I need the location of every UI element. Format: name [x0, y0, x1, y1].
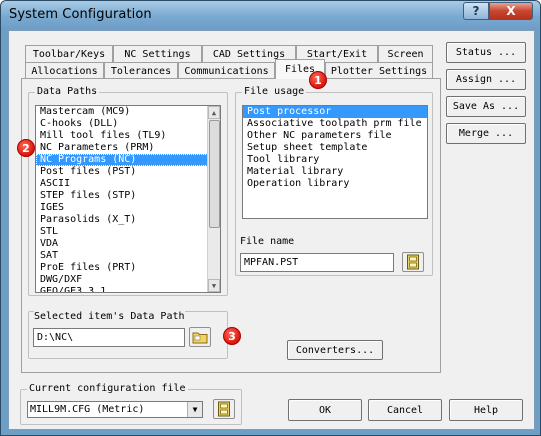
cancel-button[interactable]: Cancel: [368, 399, 442, 421]
list-item[interactable]: Operation library: [243, 178, 427, 190]
list-item[interactable]: Parasolids (X_T): [36, 214, 220, 226]
chevron-down-icon[interactable]: ▼: [187, 402, 202, 417]
converters-button[interactable]: Converters...: [287, 340, 383, 360]
file-browse-button[interactable]: [402, 252, 424, 272]
list-item[interactable]: SAT: [36, 250, 220, 262]
list-item[interactable]: NC Parameters (PRM): [36, 142, 220, 154]
list-item[interactable]: NC Programs (NC): [36, 154, 220, 166]
dialog-window: System Configuration ? X Toolbar/Keys NC…: [0, 0, 541, 436]
callout-badge-3: 3: [223, 327, 241, 345]
window-title: System Configuration: [9, 7, 152, 22]
file-usage-label: File usage: [242, 86, 307, 97]
list-item[interactable]: Associative toolpath prm file: [243, 118, 427, 130]
list-item[interactable]: Setup sheet template: [243, 142, 427, 154]
help-caption-button[interactable]: ?: [463, 2, 489, 20]
config-browse-button[interactable]: [213, 399, 235, 419]
list-item[interactable]: C-hooks (DLL): [36, 118, 220, 130]
list-item[interactable]: Post files (PST): [36, 166, 220, 178]
file-cabinet-icon: [218, 401, 230, 417]
list-item[interactable]: Mastercam (MC9): [36, 106, 220, 118]
list-item[interactable]: STEP files (STP): [36, 190, 220, 202]
selected-path-input[interactable]: D:\NC\: [33, 328, 185, 347]
tab-communications[interactable]: Communications: [178, 62, 275, 79]
data-paths-label: Data Paths: [35, 86, 100, 97]
data-paths-group: Data Paths Mastercam (MC9) C-hooks (DLL) M…: [28, 86, 228, 296]
config-file-label: Current configuration file: [27, 383, 188, 394]
list-item[interactable]: VDA: [36, 238, 220, 250]
tab-toolbar-keys[interactable]: Toolbar/Keys: [25, 45, 113, 62]
config-file-select[interactable]: MILL9M.CFG (Metric) ▼: [27, 401, 203, 418]
config-file-group: Current configuration file MILL9M.CFG (M…: [20, 383, 242, 425]
tab-screen[interactable]: Screen: [378, 45, 433, 62]
list-item[interactable]: ASCII: [36, 178, 220, 190]
list-item[interactable]: ProE files (PRT): [36, 262, 220, 274]
status-button[interactable]: Status ...: [446, 42, 526, 63]
callout-badge-2: 2: [17, 139, 35, 157]
list-item[interactable]: GEO/GE3 3.1: [36, 286, 220, 292]
scroll-up-arrow-icon[interactable]: ▲: [208, 106, 220, 119]
save-as-button[interactable]: Save As ...: [446, 96, 526, 117]
scroll-down-arrow-icon[interactable]: ▼: [208, 279, 220, 292]
callout-badge-1: 1: [309, 71, 327, 89]
list-item[interactable]: Other NC parameters file: [243, 130, 427, 142]
file-name-input[interactable]: MPFAN.PST: [240, 253, 394, 272]
data-paths-scrollbar[interactable]: ▲ ▼: [207, 106, 220, 292]
scroll-thumb[interactable]: [209, 120, 220, 228]
list-item[interactable]: Post processor: [243, 106, 427, 118]
list-item[interactable]: Mill tool files (TL9): [36, 130, 220, 142]
list-item[interactable]: Tool library: [243, 154, 427, 166]
tab-plotter-settings[interactable]: Plotter Settings: [325, 62, 433, 79]
file-usage-list[interactable]: Post processor Associative toolpath prm f…: [242, 105, 428, 219]
ok-button[interactable]: OK: [288, 399, 362, 421]
file-usage-group: File usage Post processor Associative too…: [235, 86, 433, 276]
file-name-label: File name: [240, 236, 295, 247]
selected-path-group: Selected item's Data Path D:\NC\: [28, 311, 228, 359]
folder-icon: [192, 332, 208, 344]
config-file-value: MILL9M.CFG (Metric): [30, 404, 145, 415]
browse-folder-button[interactable]: [189, 327, 211, 347]
tab-tolerances[interactable]: Tolerances: [104, 62, 178, 79]
list-item[interactable]: DWG/DXF: [36, 274, 220, 286]
list-item[interactable]: Material library: [243, 166, 427, 178]
merge-button[interactable]: Merge ...: [446, 123, 526, 144]
data-paths-list[interactable]: Mastercam (MC9) C-hooks (DLL) Mill tool fi…: [35, 105, 221, 293]
title-bar[interactable]: System Configuration ? X: [1, 1, 540, 29]
list-item[interactable]: IGES: [36, 202, 220, 214]
tab-nc-settings[interactable]: NC Settings: [113, 45, 202, 62]
close-button[interactable]: X: [489, 2, 533, 20]
assign-button[interactable]: Assign ...: [446, 69, 526, 90]
list-item[interactable]: STL: [36, 226, 220, 238]
dialog-client: Toolbar/Keys NC Settings CAD Settings St…: [8, 30, 535, 430]
help-button[interactable]: Help: [449, 399, 523, 421]
file-cabinet-icon: [407, 254, 419, 270]
selected-path-label: Selected item's Data Path: [34, 311, 185, 322]
tab-allocations[interactable]: Allocations: [25, 62, 104, 79]
